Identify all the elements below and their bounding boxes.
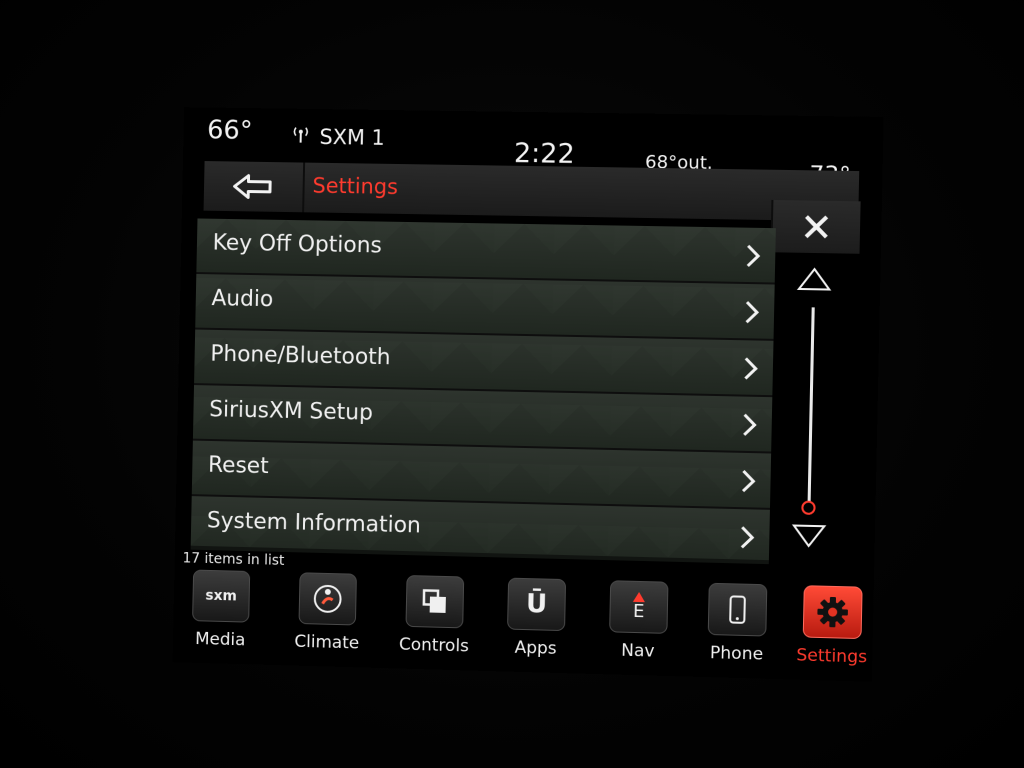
settings-list: Key Off Options Audio Phone/Bluetooth Si… bbox=[190, 218, 776, 565]
list-item-label: System Information bbox=[206, 508, 422, 539]
controls-icon bbox=[405, 575, 465, 629]
nav-phone[interactable]: Phone bbox=[696, 582, 779, 675]
chevron-right-icon bbox=[742, 355, 759, 381]
chevron-right-icon bbox=[745, 243, 762, 269]
list-item-label: Reset bbox=[207, 452, 269, 480]
chevron-right-icon bbox=[740, 468, 757, 495]
chevron-right-icon bbox=[741, 412, 758, 438]
nav-label: Settings bbox=[796, 645, 868, 668]
header-bar: Settings bbox=[203, 161, 860, 222]
apps-icon: Ū bbox=[507, 577, 567, 632]
list-item-label: Key Off Options bbox=[212, 230, 383, 259]
back-button[interactable] bbox=[203, 161, 306, 213]
nav-media[interactable]: sxm Media bbox=[180, 569, 261, 660]
nav-label: Controls bbox=[398, 634, 470, 657]
nav-label: Nav bbox=[620, 640, 655, 662]
scroll-up-button[interactable] bbox=[797, 267, 832, 292]
bottom-nav: sxm Media Climate Controls Ū Apps E Nav … bbox=[180, 569, 871, 677]
gear-icon bbox=[802, 585, 863, 640]
scrollbar-track[interactable] bbox=[807, 307, 815, 504]
back-arrow-icon bbox=[232, 172, 274, 200]
phone-icon bbox=[707, 582, 768, 637]
list-item-label: Phone/Bluetooth bbox=[210, 341, 391, 371]
nav-label: Phone bbox=[709, 643, 764, 665]
nav-apps[interactable]: Ū Apps bbox=[495, 577, 577, 669]
nav-settings[interactable]: Settings bbox=[791, 585, 874, 678]
radio-station-label: SXM 1 bbox=[319, 124, 386, 150]
infotainment-screen: 66° SXM 1 2:22 68°out. 73° Settings Key … bbox=[172, 107, 884, 682]
scrollbar-thumb[interactable] bbox=[801, 500, 816, 515]
scroll-down-button[interactable] bbox=[791, 523, 826, 548]
driver-temperature[interactable]: 66° bbox=[207, 115, 253, 145]
nav-compass-icon: E bbox=[609, 580, 669, 634]
nav-label: Media bbox=[194, 629, 246, 651]
nav-label: Climate bbox=[294, 631, 360, 654]
nav-climate[interactable]: Climate bbox=[287, 572, 368, 664]
list-item-label: SiriusXM Setup bbox=[208, 397, 374, 426]
climate-icon bbox=[298, 572, 357, 626]
nav-controls[interactable]: Controls bbox=[394, 575, 475, 667]
close-icon bbox=[803, 214, 830, 241]
close-button[interactable] bbox=[770, 199, 861, 254]
chevron-right-icon bbox=[743, 299, 760, 325]
chevron-right-icon bbox=[739, 524, 756, 551]
nav-label: Apps bbox=[514, 637, 557, 659]
list-item-label: Audio bbox=[211, 286, 274, 313]
radio-signal-icon bbox=[292, 126, 310, 144]
nav-nav[interactable]: E Nav bbox=[597, 580, 679, 672]
list-item-count: 17 items in list bbox=[182, 550, 285, 569]
sxm-icon: sxm bbox=[192, 569, 251, 623]
page-title: Settings bbox=[312, 173, 399, 199]
